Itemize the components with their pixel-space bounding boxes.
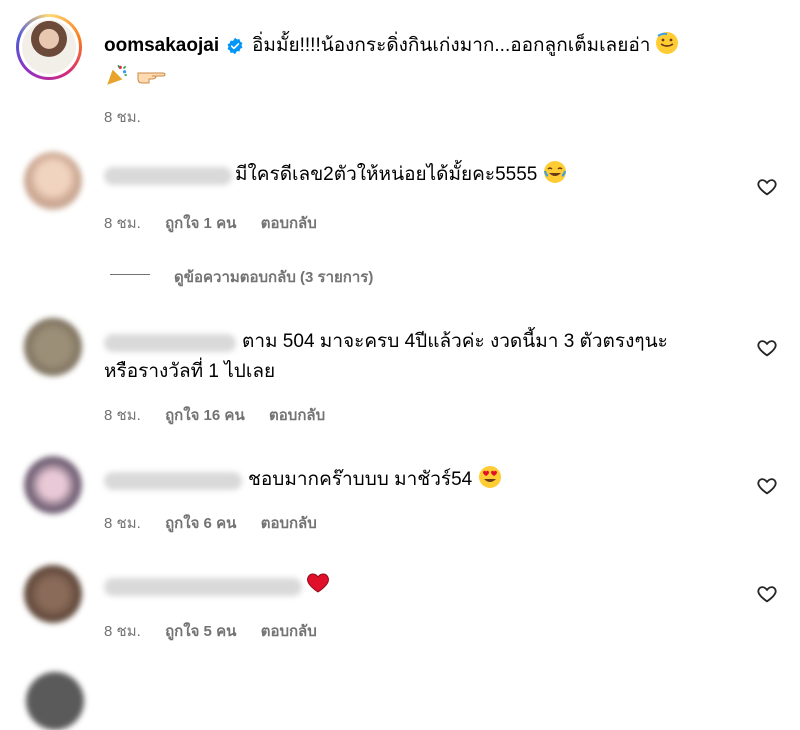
comment-time[interactable]: 8 ชม. <box>104 515 141 532</box>
verified-badge-icon <box>227 37 242 55</box>
comment-2-text: ตาม 504 มาจะครบ 4ปีแล้วค่ะ งวดนี้มา 3 ตั… <box>242 331 668 352</box>
comment-meta: 8 ชม. ถูกใจ 16 คน ตอบกลับ <box>104 403 325 427</box>
tears-of-joy-emoji <box>543 161 566 183</box>
pointing-right-emoji <box>137 72 166 84</box>
comment-3-text: ชอบมากคร๊าบบบ มาชัวร์54 <box>248 469 473 490</box>
comment-meta: 8 ชม. ถูกใจ 5 คน ตอบกลับ <box>104 619 317 643</box>
comment-text <box>306 571 330 600</box>
post-time[interactable]: 8 ชม. <box>104 105 141 129</box>
comment-time[interactable]: 8 ชม. <box>104 407 141 424</box>
comment-meta: 8 ชม. ถูกใจ 1 คน ตอบกลับ <box>104 211 317 235</box>
like-heart-icon[interactable] <box>756 176 778 198</box>
reply-button[interactable]: ตอบกลับ <box>269 407 325 424</box>
comment-time[interactable]: 8 ชม. <box>104 623 141 640</box>
reply-button[interactable]: ตอบกลับ <box>261 623 317 640</box>
replies-divider-line <box>110 274 150 275</box>
post-author-avatar[interactable] <box>16 14 82 80</box>
comment-2-text-line2: หรือรางวัลที่ 1 ไปเลย <box>104 361 276 382</box>
post-caption-row: oomsakaojai อิ่มมั้ย!!!!น้องกระดิ่งกินเก… <box>104 30 679 60</box>
like-heart-icon[interactable] <box>756 583 778 605</box>
like-heart-icon[interactable] <box>756 475 778 497</box>
comment-text: มีใครดีเลข2ตัวให้หน่อยได้มั้ยคะ5555 <box>235 160 567 189</box>
comment-username-blurred[interactable] <box>104 167 232 185</box>
comment-avatar[interactable] <box>24 456 82 514</box>
hot-face-emoji <box>655 32 678 54</box>
comment-likes-label[interactable]: ถูกใจ 6 คน <box>165 515 236 532</box>
post-caption-text: อิ่มมั้ย!!!!น้องกระดิ่งกินเก่งมาก...ออกล… <box>252 35 651 56</box>
comment-avatar-partial[interactable] <box>26 672 84 730</box>
comment-username-blurred[interactable] <box>104 472 242 490</box>
comment-1-text: มีใครดีเลข2ตัวให้หน่อยได้มั้ยคะ5555 <box>235 164 538 185</box>
comment-text: ชอบมากคร๊าบบบ มาชัวร์54 <box>248 465 502 494</box>
comment-avatar[interactable] <box>24 565 82 623</box>
post-author-username[interactable]: oomsakaojai <box>104 35 219 56</box>
party-popper-emoji <box>107 64 127 85</box>
view-replies-button[interactable]: ดูข้อความตอบกลับ (3 รายการ) <box>174 265 373 289</box>
reply-button[interactable]: ตอบกลับ <box>261 515 317 532</box>
reply-button[interactable]: ตอบกลับ <box>261 215 317 232</box>
heart-eyes-emoji <box>478 466 501 488</box>
comment-likes-label[interactable]: ถูกใจ 16 คน <box>165 407 245 424</box>
post-caption-line2 <box>104 62 166 89</box>
comment-likes-label[interactable]: ถูกใจ 5 คน <box>165 623 236 640</box>
comment-meta: 8 ชม. ถูกใจ 6 คน ตอบกลับ <box>104 511 317 535</box>
comment-username-blurred[interactable] <box>104 334 236 352</box>
comment-time[interactable]: 8 ชม. <box>104 215 141 232</box>
comment-avatar[interactable] <box>24 152 82 210</box>
red-heart-emoji <box>307 573 329 593</box>
comment-likes-label[interactable]: ถูกใจ 1 คน <box>165 215 236 232</box>
comment-username-blurred[interactable] <box>104 578 302 596</box>
like-heart-icon[interactable] <box>756 337 778 359</box>
comment-avatar[interactable] <box>24 318 82 376</box>
